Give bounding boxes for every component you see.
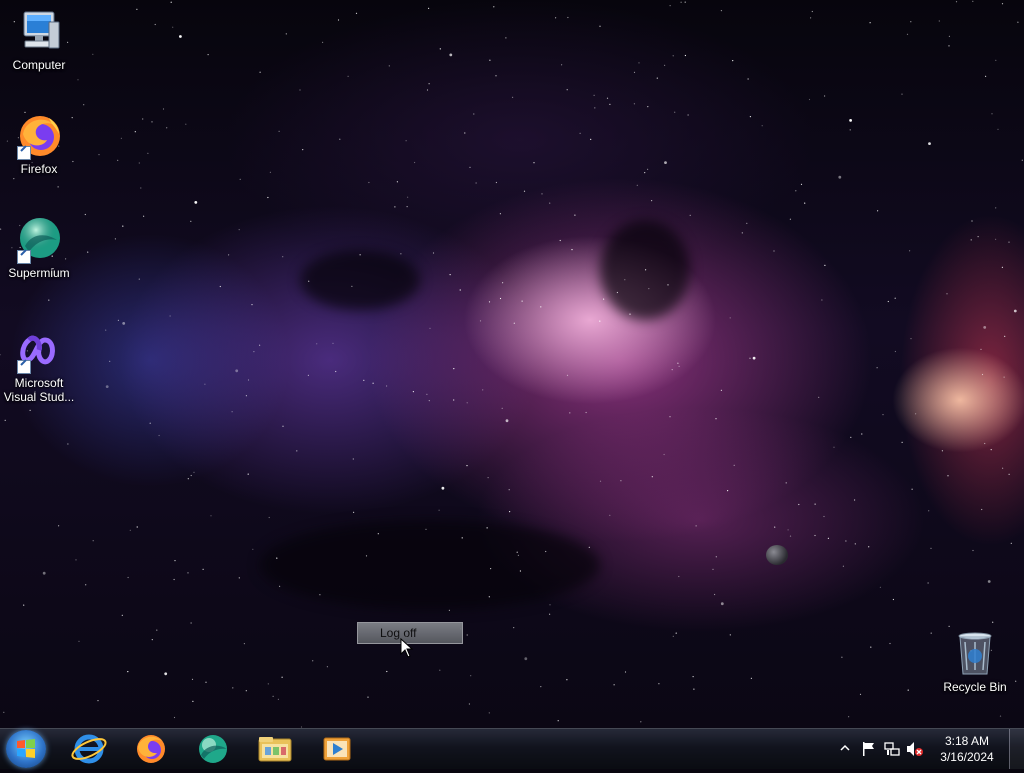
planet: [766, 545, 788, 565]
taskbar-media-player[interactable]: [310, 731, 364, 767]
mouse-cursor-icon: [400, 638, 414, 658]
desktop-icon-firefox[interactable]: Firefox: [1, 112, 77, 176]
taskbar-firefox[interactable]: [124, 731, 178, 767]
desktop-icon-label: Microsoft Visual Stud...: [3, 376, 75, 404]
windows-logo-icon: [17, 739, 35, 758]
computer-icon: [15, 8, 63, 56]
desktop-icon-label: Recycle Bin: [943, 680, 1007, 694]
shortcut-arrow-icon: [17, 146, 31, 160]
desktop-icon-computer[interactable]: Computer: [1, 8, 77, 72]
start-button[interactable]: [6, 730, 46, 768]
desktop-icon-recycle-bin[interactable]: Recycle Bin: [937, 630, 1013, 694]
desktop-wallpaper[interactable]: [0, 0, 1024, 728]
system-tray: 3:18 AM 3/16/2024: [834, 729, 1024, 769]
recycle-bin-icon: [951, 630, 999, 678]
firefox-icon: [137, 735, 165, 763]
taskbar-clock[interactable]: 3:18 AM 3/16/2024: [932, 733, 1002, 765]
desktop-icon-label: Computer: [12, 58, 66, 72]
clock-time: 3:18 AM: [944, 734, 990, 748]
taskbar-supermium[interactable]: [186, 731, 240, 767]
show-hidden-icons-chevron-icon[interactable]: [840, 743, 850, 753]
show-desktop-button[interactable]: [1009, 729, 1024, 769]
taskbar-internet-explorer[interactable]: [62, 731, 116, 767]
file-explorer-icon: [258, 737, 292, 762]
supermium-icon: [15, 216, 63, 264]
clock-date: 3/16/2024: [940, 750, 994, 764]
desktop-icon-label: Firefox: [20, 162, 58, 176]
shortcut-arrow-icon: [17, 360, 31, 374]
taskbar-file-explorer[interactable]: [248, 731, 302, 767]
shortcut-arrow-icon: [17, 250, 31, 264]
firefox-icon: [15, 112, 63, 160]
network-icon[interactable]: [884, 741, 900, 757]
action-center-flag-icon[interactable]: [862, 741, 876, 757]
internet-explorer-icon: [71, 734, 107, 764]
media-player-icon: [323, 737, 351, 761]
stars-layer: [0, 0, 1023, 728]
desktop-icon-visual-studio[interactable]: Microsoft Visual Stud...: [1, 326, 77, 404]
desktop-icon-label: Supermium: [8, 266, 70, 280]
desktop-icon-supermium[interactable]: Supermium: [1, 216, 77, 280]
supermium-icon: [199, 735, 227, 763]
taskbar: 3:18 AM 3/16/2024: [0, 728, 1024, 769]
volume-muted-icon[interactable]: [906, 741, 924, 757]
visual-studio-icon: [15, 326, 63, 374]
